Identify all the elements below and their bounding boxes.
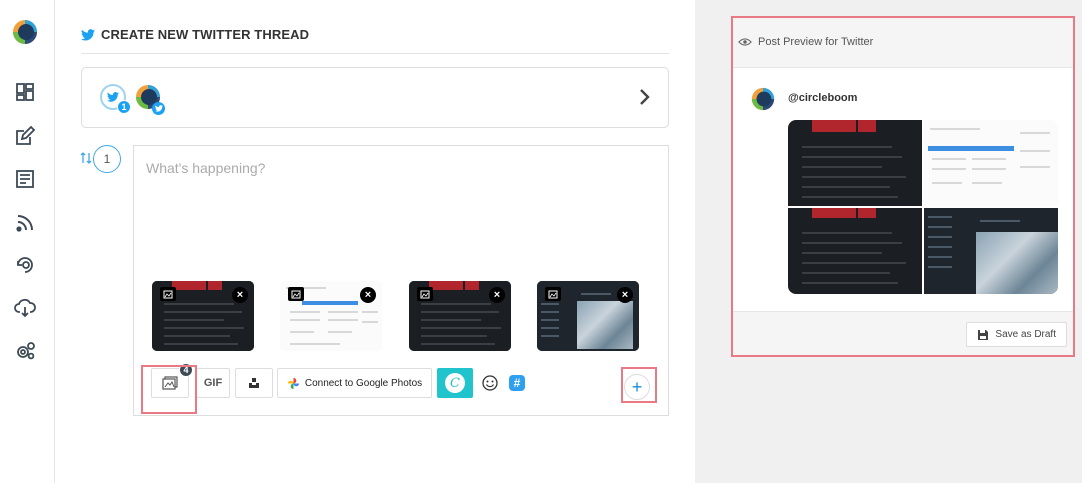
media-thumbnail[interactable]: × (537, 281, 639, 351)
rss-icon[interactable] (14, 212, 36, 234)
eye-icon (738, 38, 752, 46)
media-count-badge: 4 (179, 363, 193, 377)
image-icon (162, 376, 178, 390)
dashboard-icon[interactable] (14, 81, 36, 103)
thread-step-number: 1 (93, 145, 121, 173)
remove-media-icon[interactable]: × (232, 287, 248, 303)
chevron-right-icon[interactable] (638, 88, 652, 106)
tweet-preview-card: @circleboom (733, 67, 1073, 312)
add-tweet-button[interactable]: + (624, 374, 650, 400)
preview-header: Post Preview for Twitter (738, 36, 873, 48)
compose-icon[interactable] (14, 125, 36, 147)
unsplash-button[interactable] (235, 368, 273, 398)
preview-image (924, 208, 1058, 294)
twitter-badge-icon (152, 102, 165, 115)
google-photos-label: Connect to Google Photos (304, 377, 423, 389)
cloud-download-icon[interactable] (14, 297, 36, 319)
preview-title: Post Preview for Twitter (758, 36, 874, 48)
sidebar (0, 0, 55, 483)
page-title: CREATE NEW TWITTER THREAD (81, 27, 309, 42)
tweet-composer: × × (133, 145, 669, 416)
media-thumbnail[interactable]: × (152, 281, 254, 351)
save-icon (978, 329, 989, 340)
preview-image (788, 120, 922, 206)
edit-image-icon[interactable] (160, 287, 176, 301)
gif-button[interactable]: GIF (196, 368, 230, 398)
preview-handle: @circleboom (788, 92, 858, 104)
account-selector[interactable]: 1 (81, 67, 669, 128)
main-panel: CREATE NEW TWITTER THREAD 1 1 What's hap… (56, 0, 695, 483)
canva-button[interactable]: C (437, 368, 473, 398)
page-title-text: CREATE NEW TWITTER THREAD (101, 27, 310, 42)
media-thumbnail[interactable]: × (409, 281, 511, 351)
remove-media-icon[interactable]: × (489, 287, 505, 303)
preview-panel: Post Preview for Twitter @circleboom Sav… (695, 0, 1082, 483)
account-count-badge: 1 (117, 100, 131, 114)
save-as-draft-button[interactable]: Save as Draft (966, 322, 1067, 347)
reorder-icon[interactable] (80, 151, 92, 165)
preview-avatar (751, 87, 775, 111)
media-thumbnail[interactable]: × (280, 281, 382, 351)
remove-media-icon[interactable]: × (360, 287, 376, 303)
circleboom-logo[interactable] (11, 18, 39, 46)
refresh-post-icon[interactable] (14, 254, 36, 276)
unsplash-icon (249, 378, 259, 388)
remove-media-icon[interactable]: × (617, 287, 633, 303)
google-photos-button[interactable]: Connect to Google Photos (277, 368, 432, 398)
edit-image-icon[interactable] (545, 287, 561, 301)
post-preview: Post Preview for Twitter @circleboom Sav… (731, 16, 1075, 357)
add-image-button[interactable]: 4 (151, 363, 193, 398)
preview-image (788, 208, 922, 294)
twitter-icon (81, 28, 95, 40)
hashtag-icon[interactable]: # (509, 375, 525, 391)
edit-image-icon[interactable] (288, 287, 304, 301)
preview-media-grid (788, 120, 1058, 294)
save-as-draft-label: Save as Draft (995, 329, 1056, 340)
articles-icon[interactable] (14, 168, 36, 190)
settings-icon[interactable] (14, 340, 36, 362)
emoji-icon[interactable] (481, 374, 499, 392)
edit-image-icon[interactable] (417, 287, 433, 301)
google-photos-icon (287, 377, 299, 389)
canva-icon: C (445, 373, 465, 393)
tweet-text-input[interactable] (146, 160, 646, 220)
title-divider (81, 53, 669, 54)
preview-image (924, 120, 1058, 206)
